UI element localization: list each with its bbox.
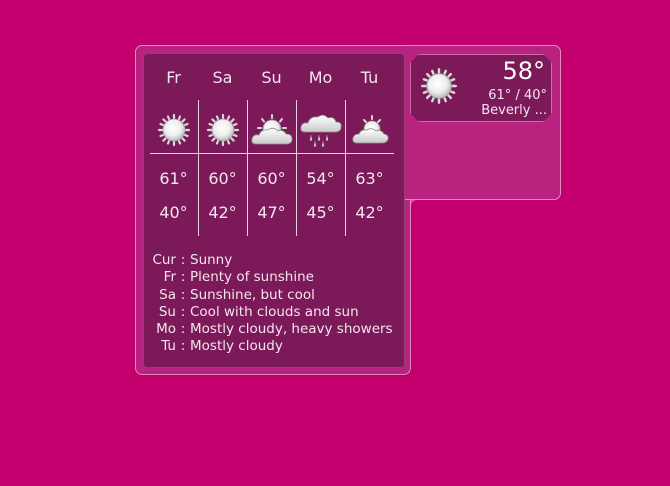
forecast-panel[interactable]: Fr Sa Su Mo Tu 61° 60° 60° 54° 63° 40° 4… bbox=[143, 53, 405, 368]
description-text: Mostly cloudy, heavy showers bbox=[190, 321, 393, 338]
day-label: Sa bbox=[212, 68, 233, 87]
sun-icon bbox=[420, 67, 458, 109]
gadget-frame-corner bbox=[410, 199, 420, 209]
description-text: Mostly cloudy bbox=[190, 338, 283, 355]
description-text: Sunny bbox=[190, 252, 233, 268]
description-row: Sa : Sunshine, but cool bbox=[148, 287, 402, 304]
low-temp: 45° bbox=[306, 203, 335, 222]
description-separator: : bbox=[180, 303, 186, 320]
low-temp: 42° bbox=[208, 203, 237, 222]
current-temperature: 58° bbox=[502, 57, 545, 85]
description-row: Fr : Plenty of sunshine bbox=[148, 269, 402, 286]
description-key: Su bbox=[158, 303, 176, 320]
sun-icon bbox=[198, 108, 247, 152]
high-temp: 54° bbox=[306, 169, 335, 188]
forecast-day-labels: Fr Sa Su Mo Tu bbox=[149, 68, 394, 98]
description-row: Su : Cool with clouds and sun bbox=[148, 304, 402, 321]
description-key: Tu bbox=[161, 338, 176, 355]
high-temp: 63° bbox=[355, 169, 384, 188]
description-key: Cur bbox=[152, 252, 176, 268]
forecast-highs: 61° 60° 60° 54° 63° bbox=[149, 169, 394, 188]
low-temp: 42° bbox=[355, 203, 384, 222]
low-temp: 40° bbox=[159, 203, 188, 222]
forecast-icons bbox=[149, 108, 394, 152]
low-temp: 47° bbox=[257, 203, 286, 222]
rain-cloud-icon bbox=[296, 108, 345, 152]
description-separator: : bbox=[180, 321, 186, 338]
description-text: Plenty of sunshine bbox=[190, 269, 314, 286]
description-text: Sunshine, but cool bbox=[190, 286, 315, 303]
description-separator: : bbox=[180, 252, 186, 268]
forecast-lows: 40° 42° 47° 45° 42° bbox=[149, 203, 394, 222]
day-label: Su bbox=[261, 68, 282, 87]
description-separator: : bbox=[180, 338, 186, 355]
high-temp: 60° bbox=[208, 169, 237, 188]
description-key: Mo bbox=[156, 321, 176, 338]
day-label: Mo bbox=[308, 68, 333, 87]
forecast-divider-horizontal bbox=[150, 153, 394, 154]
forecast-descriptions: Cur : Sunny Fr : Plenty of sunshine Sa :… bbox=[148, 252, 402, 356]
partly-cloudy-icon bbox=[247, 108, 296, 152]
mostly-cloudy-icon bbox=[345, 108, 394, 152]
description-key: Sa bbox=[159, 286, 176, 303]
sun-icon bbox=[149, 108, 198, 152]
high-temp: 60° bbox=[257, 169, 286, 188]
day-label: Tu bbox=[360, 68, 379, 87]
description-row: Mo : Mostly cloudy, heavy showers bbox=[148, 321, 402, 338]
description-separator: : bbox=[180, 286, 186, 303]
description-key: Fr bbox=[163, 269, 176, 286]
current-location: Beverly ... bbox=[481, 103, 547, 118]
high-temp: 61° bbox=[159, 169, 188, 188]
current-conditions-panel[interactable]: 58° 61° / 40° Beverly ... bbox=[410, 54, 552, 122]
description-text: Cool with clouds and sun bbox=[190, 303, 359, 320]
current-high-low: 61° / 40° bbox=[488, 88, 547, 103]
description-separator: : bbox=[180, 269, 186, 286]
description-row: Tu : Mostly cloudy bbox=[148, 338, 402, 355]
day-label: Fr bbox=[166, 68, 181, 87]
description-row: Cur : Sunny bbox=[148, 252, 402, 269]
